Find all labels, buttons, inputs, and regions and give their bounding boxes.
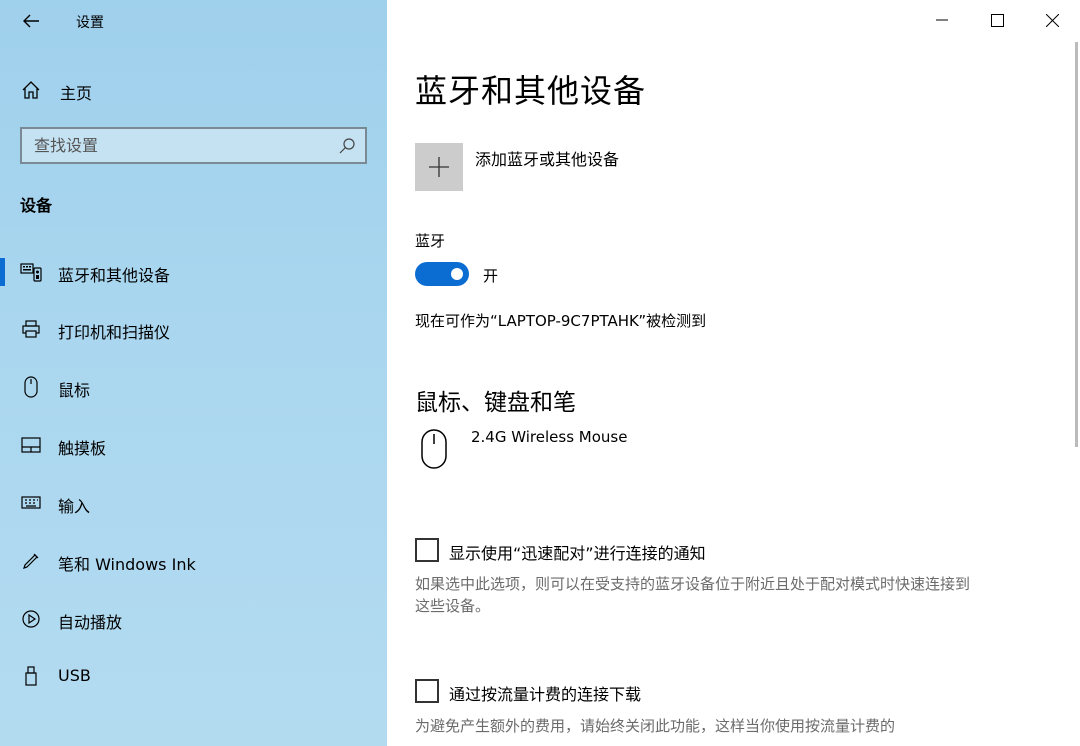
metered-download-description: 为避免产生额外的费用，请始终关闭此功能，这样当你使用按流量计费的: [415, 717, 896, 735]
sidebar: 设置 主页 设备: [0, 0, 387, 746]
maximize-icon: [990, 13, 1004, 27]
app-title: 设置: [76, 15, 104, 31]
add-device-button[interactable]: [415, 143, 463, 191]
bluetooth-label: 蓝牙: [415, 232, 446, 250]
back-button[interactable]: [14, 6, 48, 36]
home-icon: [20, 79, 42, 101]
close-button[interactable]: [1026, 0, 1078, 40]
sidebar-item-home[interactable]: 主页: [0, 70, 387, 110]
metered-download-label: 通过按流量计费的连接下载: [449, 685, 642, 704]
page-title: 蓝牙和其他设备: [415, 72, 647, 110]
sidebar-item-autoplay[interactable]: 自动播放: [0, 596, 387, 642]
pen-icon: [20, 550, 42, 572]
home-label: 主页: [60, 84, 93, 103]
sidebar-item-label: USB: [58, 666, 91, 685]
search-box[interactable]: [20, 127, 367, 164]
discoverable-text: 现在可作为“LAPTOP-9C7PTAHK”被检测到: [415, 312, 707, 330]
sidebar-item-mouse[interactable]: 鼠标: [0, 364, 387, 410]
maximize-button[interactable]: [971, 0, 1023, 40]
plus-icon: [429, 157, 449, 177]
mouse-icon: [419, 428, 451, 470]
sidebar-item-bluetooth[interactable]: 蓝牙和其他设备: [0, 249, 387, 295]
toggle-knob: [451, 268, 463, 280]
minimize-icon: [936, 19, 948, 21]
search-input[interactable]: [34, 134, 324, 157]
close-icon: [1045, 13, 1059, 27]
search-icon[interactable]: [337, 136, 357, 156]
sidebar-item-label: 鼠标: [58, 381, 91, 400]
sidebar-item-touchpad[interactable]: 触摸板: [0, 422, 387, 468]
autoplay-icon: [20, 608, 42, 630]
section-heading-mouse-keyboard-pen: 鼠标、键盘和笔: [415, 390, 576, 416]
sidebar-item-pen[interactable]: 笔和 Windows Ink: [0, 538, 387, 584]
bluetooth-devices-icon: [20, 261, 42, 283]
device-item[interactable]: 2.4G Wireless Mouse: [415, 426, 815, 472]
printer-icon: [20, 318, 42, 340]
titlebar-left: 设置: [0, 0, 387, 42]
sidebar-item-label: 触摸板: [58, 439, 107, 458]
active-indicator: [0, 258, 5, 286]
usb-icon: [20, 665, 42, 687]
back-arrow-icon: [23, 14, 39, 28]
sidebar-item-label: 自动播放: [58, 613, 123, 632]
swift-pair-checkbox[interactable]: [415, 538, 439, 562]
mouse-icon: [20, 376, 42, 398]
device-name: 2.4G Wireless Mouse: [471, 428, 628, 446]
swift-pair-description: 如果选中此选项，则可以在受支持的蓝牙设备位于附近且处于配对模式时快速连接到这些设…: [415, 575, 971, 615]
scrollbar[interactable]: [1072, 42, 1080, 447]
add-device-label[interactable]: 添加蓝牙或其他设备: [475, 146, 619, 170]
toggle-state-label: 开: [483, 267, 499, 285]
main-content: 蓝牙和其他设备 添加蓝牙或其他设备 蓝牙 开 现在可作为“LAPTOP-9C7P…: [387, 0, 1080, 746]
touchpad-icon: [20, 434, 42, 456]
scrollbar-thumb[interactable]: [1075, 42, 1078, 447]
swift-pair-label: 显示使用“迅速配对”进行连接的通知: [449, 544, 706, 563]
sidebar-item-label: 打印机和扫描仪: [58, 323, 171, 342]
bluetooth-toggle[interactable]: [415, 262, 469, 286]
sidebar-item-typing[interactable]: 输入: [0, 480, 387, 526]
keyboard-icon: [20, 492, 42, 514]
sidebar-item-printers[interactable]: 打印机和扫描仪: [0, 306, 387, 352]
sidebar-item-usb[interactable]: USB: [0, 653, 387, 699]
minimize-button[interactable]: [916, 0, 968, 40]
section-title: 设备: [20, 196, 53, 215]
sidebar-item-label: 蓝牙和其他设备: [58, 266, 171, 285]
sidebar-item-label: 笔和 Windows Ink: [58, 555, 196, 574]
sidebar-item-label: 输入: [58, 497, 91, 516]
metered-download-checkbox[interactable]: [415, 679, 439, 703]
